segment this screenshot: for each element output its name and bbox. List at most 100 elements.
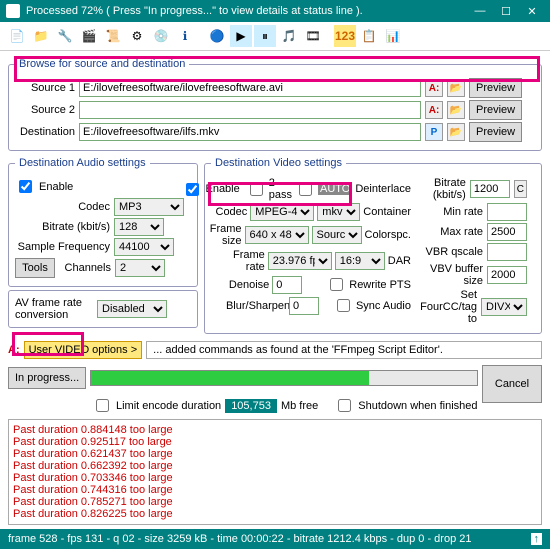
source1-a-button[interactable]: A: [425,79,443,97]
fourcc-label: Set FourCC/tag to [417,289,477,325]
audio-codec-select[interactable]: MP3 [114,198,184,216]
minrate-label: Min rate [417,206,483,218]
added-commands-text: ... added commands as found at the 'FFmp… [146,341,542,359]
in-progress-button[interactable]: In progress... [8,367,86,389]
vbr-input[interactable] [487,243,527,261]
audio-legend: Destination Audio settings [15,157,150,169]
avframe-select[interactable]: Disabled [97,300,167,318]
sync-audio-label: Sync Audio [356,300,411,312]
denoise-label: Denoise [219,279,269,291]
video-codec-label: Codec [211,206,247,218]
dest-preview-button[interactable]: Preview [469,122,522,142]
dest-input[interactable] [79,123,421,141]
twopass-checkbox[interactable] [250,183,263,196]
dest-p-button[interactable]: P [425,123,443,141]
toolbar-btn-1[interactable]: 📄 [6,25,28,47]
toolbar-btn-13[interactable]: 🎞 [302,25,324,47]
video-container-select[interactable]: mkv [317,203,360,221]
avframe-label: AV frame rate conversion [15,297,93,321]
toolbar-btn-2[interactable]: 📁 [30,25,52,47]
vbitrate-label: Bitrate (kbit/s) [417,177,466,201]
audio-tools-button[interactable]: Tools [15,258,55,278]
dar-label: DAR [388,255,411,267]
auto-checkbox[interactable] [299,183,312,196]
maxrate-label: Max rate [417,226,483,238]
user-video-options-button[interactable]: User VIDEO options > [24,341,143,359]
close-button[interactable]: ✕ [520,2,544,20]
audio-bitrate-select[interactable]: 128 [114,218,164,236]
framerate-select[interactable]: 23.976 fps [268,252,332,270]
toolbar-btn-6[interactable]: ⚙ [126,25,148,47]
dest-label: Destination [15,126,75,138]
browse-legend: Browse for source and destination [15,58,189,70]
source1-input[interactable] [79,79,421,97]
source1-preview-button[interactable]: Preview [469,78,522,98]
status-text: frame 528 - fps 131 - q 02 - size 3259 k… [8,533,471,545]
toolbar-btn-9[interactable]: 🔵 [206,25,228,47]
c-button[interactable]: C [514,180,527,198]
cancel-button[interactable]: Cancel [482,365,542,403]
vbv-input[interactable] [487,266,527,284]
toolbar-btn-14[interactable]: 123 [334,25,356,47]
avframe-fieldset: AV frame rate conversionDisabled [8,290,198,328]
audio-sf-select[interactable]: 44100 [114,238,174,256]
toolbar-btn-16[interactable]: 📊 [382,25,404,47]
toolbar-btn-8[interactable]: ℹ [174,25,196,47]
video-legend: Destination Video settings [211,157,346,169]
auto-label: AUTO [318,183,352,195]
shutdown-label: Shutdown when finished [358,400,477,412]
audio-fieldset: Destination Audio settings Enable Codec M… [8,157,198,287]
source-select[interactable]: Source [312,226,362,244]
maximize-button[interactable]: ☐ [494,2,518,20]
video-enable-checkbox[interactable] [186,183,199,196]
vbv-label: VBV buffer size [417,263,483,287]
denoise-input[interactable] [272,276,302,294]
audio-bitrate-label: Bitrate (kbit/s) [15,221,110,233]
dest-open-button[interactable]: 📂 [447,123,465,141]
toolbar-btn-3[interactable]: 🔧 [54,25,76,47]
shutdown-checkbox[interactable] [338,399,351,412]
toolbar-btn-15[interactable]: 📋 [358,25,380,47]
container-label: Container [363,206,411,218]
source2-open-button[interactable]: 📂 [447,101,465,119]
log-output[interactable]: Past duration 0.884148 too largePast dur… [8,419,542,525]
mb-free-label: Mb free [281,400,318,412]
toolbar-btn-10[interactable]: ▶ [230,25,252,47]
minrate-input[interactable] [487,203,527,221]
limit-encode-checkbox[interactable] [96,399,109,412]
source2-a-button[interactable]: A: [425,101,443,119]
framesize-select[interactable]: 640 x 480 [245,226,309,244]
mb-free-value: 105,753 [225,399,277,413]
maxrate-input[interactable] [487,223,527,241]
audio-channels-select[interactable]: 2 [115,259,165,277]
source1-open-button[interactable]: 📂 [447,79,465,97]
video-codec-select[interactable]: MPEG-4 [250,203,314,221]
status-up-icon[interactable]: ↑ [531,533,543,545]
colorspc-label: Colorspc. [365,229,411,241]
blur-input[interactable] [289,297,319,315]
aspect-select[interactable]: 16:9 [335,252,385,270]
audio-enable-checkbox[interactable] [19,180,32,193]
vbr-label: VBR qscale [417,246,483,258]
audio-sf-label: Sample Frequency [15,241,110,253]
toolbar-btn-12[interactable]: 🎵 [278,25,300,47]
source2-input[interactable] [79,101,421,119]
toolbar-btn-7[interactable]: 💿 [150,25,172,47]
statusbar: frame 528 - fps 131 - q 02 - size 3259 k… [0,529,550,549]
progress-bar [90,370,478,386]
toolbar-btn-5[interactable]: 📜 [102,25,124,47]
audio-codec-label: Codec [15,201,110,213]
source2-preview-button[interactable]: Preview [469,100,522,120]
minimize-button[interactable]: — [468,2,492,20]
vbitrate-input[interactable] [470,180,510,198]
toolbar-btn-4[interactable]: 🎬 [78,25,100,47]
audio-channels-label: Channels [59,262,111,274]
sync-audio-checkbox[interactable] [337,299,350,312]
video-fieldset: Destination Video settings Enable 2-pass… [204,157,542,334]
rewrite-pts-checkbox[interactable] [330,278,343,291]
twopass-label: 2-pass [269,177,292,201]
audio-enable-label: Enable [39,181,73,193]
fourcc-select[interactable]: DIVX [481,298,527,316]
window-title: Processed 72% ( Press "In progress..." t… [26,5,363,17]
toolbar-btn-11[interactable]: ⏸ [254,25,276,47]
